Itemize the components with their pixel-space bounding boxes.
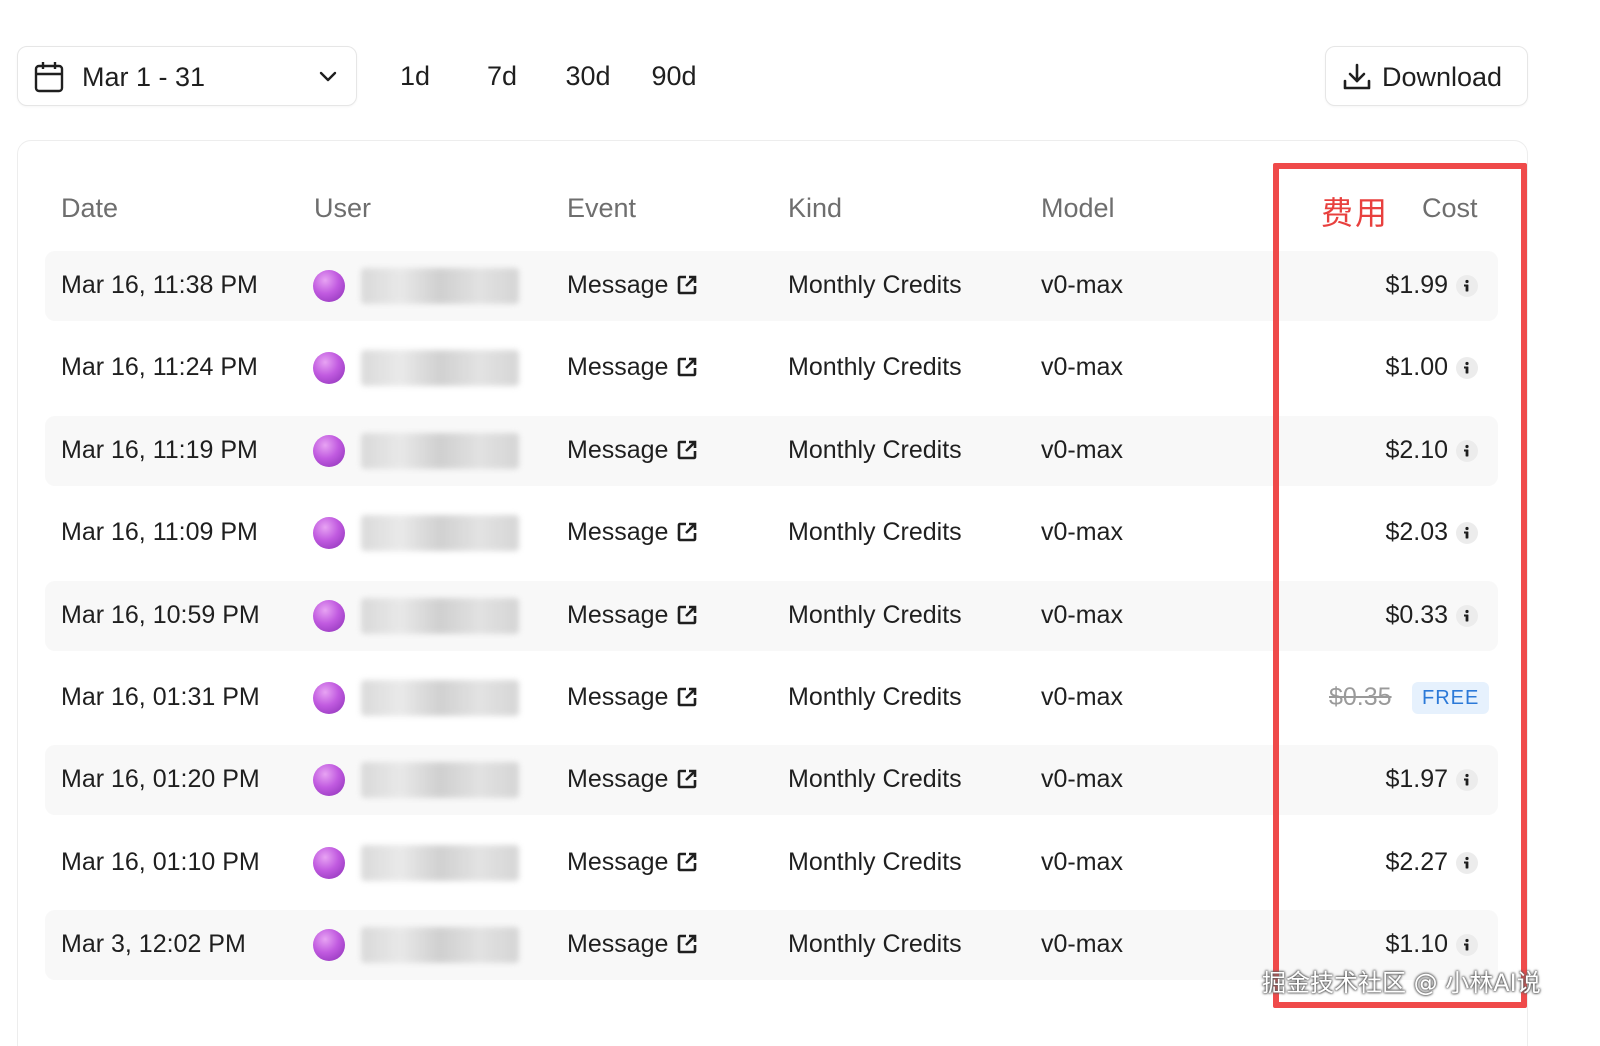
event-label: Message xyxy=(567,683,669,711)
range-90d-button[interactable]: 90d xyxy=(646,54,702,98)
event-label: Message xyxy=(567,930,669,958)
range-7d-button[interactable]: 7d xyxy=(484,54,520,98)
event-link[interactable]: Message xyxy=(567,351,698,383)
user-avatar xyxy=(313,600,345,632)
download-label: Download xyxy=(1382,62,1503,92)
cell-kind: Monthly Credits xyxy=(788,848,962,876)
user-avatar xyxy=(313,847,345,879)
external-link-icon xyxy=(678,605,697,625)
event-link[interactable]: Message xyxy=(567,516,698,548)
external-link-icon xyxy=(678,275,697,295)
cell-kind: Monthly Credits xyxy=(788,930,962,958)
external-link-icon xyxy=(678,852,697,872)
external-link-icon xyxy=(678,934,697,954)
event-link[interactable]: Message xyxy=(567,681,698,713)
user-name-redacted xyxy=(361,350,519,386)
cell-model: v0-max xyxy=(1041,601,1123,629)
external-link-icon xyxy=(678,357,697,377)
cell-model: v0-max xyxy=(1041,930,1123,958)
user-name-redacted xyxy=(361,845,519,881)
range-1d-button[interactable]: 1d xyxy=(400,54,430,98)
event-label: Message xyxy=(567,848,669,876)
cell-kind: Monthly Credits xyxy=(788,518,962,546)
cell-kind: Monthly Credits xyxy=(788,601,962,629)
cell-date: Mar 16, 11:24 PM xyxy=(61,353,258,381)
cell-date: Mar 16, 10:59 PM xyxy=(61,601,260,629)
cell-kind: Monthly Credits xyxy=(788,765,962,793)
cell-model: v0-max xyxy=(1041,353,1123,381)
external-link-icon xyxy=(678,687,697,707)
external-link-icon xyxy=(678,522,697,542)
user-name-redacted xyxy=(361,433,519,469)
cell-model: v0-max xyxy=(1041,271,1123,299)
user-name-redacted xyxy=(361,680,519,716)
external-link-icon xyxy=(678,440,697,460)
column-header-user[interactable]: User xyxy=(314,190,371,226)
user-avatar xyxy=(313,764,345,796)
cell-date: Mar 16, 01:10 PM xyxy=(61,848,260,876)
column-header-event[interactable]: Event xyxy=(567,190,636,226)
cell-kind: Monthly Credits xyxy=(788,271,962,299)
cell-model: v0-max xyxy=(1041,436,1123,464)
user-name-redacted xyxy=(361,762,519,798)
usage-page: Mar 1 - 31 1d 7d 30d 90d Download Date U… xyxy=(0,0,1600,1046)
watermark: 掘金技术社区 @ 小林AI说 xyxy=(1262,969,1541,997)
user-avatar xyxy=(313,270,345,302)
cost-highlight-box xyxy=(1273,163,1527,1008)
calendar-icon xyxy=(34,62,64,93)
user-name-redacted xyxy=(361,927,519,963)
cell-date: Mar 16, 11:38 PM xyxy=(61,271,258,299)
event-link[interactable]: Message xyxy=(567,928,698,960)
event-link[interactable]: Message xyxy=(567,846,698,878)
chevron-down-icon xyxy=(319,71,337,82)
column-header-model[interactable]: Model xyxy=(1041,190,1115,226)
cell-date: Mar 16, 01:31 PM xyxy=(61,683,260,711)
column-header-date[interactable]: Date xyxy=(61,190,118,226)
cell-model: v0-max xyxy=(1041,683,1123,711)
download-icon xyxy=(1343,63,1371,90)
event-label: Message xyxy=(567,436,669,464)
cell-model: v0-max xyxy=(1041,518,1123,546)
cell-kind: Monthly Credits xyxy=(788,353,962,381)
event-label: Message xyxy=(567,601,669,629)
event-label: Message xyxy=(567,353,669,381)
cell-model: v0-max xyxy=(1041,765,1123,793)
cell-model: v0-max xyxy=(1041,848,1123,876)
annotation-label: 费用 xyxy=(1321,194,1390,232)
user-avatar xyxy=(313,517,345,549)
cell-date: Mar 3, 12:02 PM xyxy=(61,930,246,958)
user-name-redacted xyxy=(361,598,519,634)
cell-kind: Monthly Credits xyxy=(788,683,962,711)
cell-date: Mar 16, 01:20 PM xyxy=(61,765,260,793)
user-name-redacted xyxy=(361,268,519,304)
event-label: Message xyxy=(567,518,669,546)
date-range-label: Mar 1 - 31 xyxy=(82,62,206,92)
date-range-picker[interactable]: Mar 1 - 31 xyxy=(17,46,357,106)
range-30d-button[interactable]: 30d xyxy=(560,54,616,98)
cell-date: Mar 16, 11:19 PM xyxy=(61,436,258,464)
event-label: Message xyxy=(567,271,669,299)
event-link[interactable]: Message xyxy=(567,599,698,631)
download-button[interactable]: Download xyxy=(1325,46,1528,106)
column-header-kind[interactable]: Kind xyxy=(788,190,842,226)
user-name-redacted xyxy=(361,515,519,551)
cell-date: Mar 16, 11:09 PM xyxy=(61,518,258,546)
user-avatar xyxy=(313,435,345,467)
event-link[interactable]: Message xyxy=(567,434,698,466)
event-label: Message xyxy=(567,765,669,793)
cell-kind: Monthly Credits xyxy=(788,436,962,464)
event-link[interactable]: Message xyxy=(567,763,698,795)
event-link[interactable]: Message xyxy=(567,269,698,301)
user-avatar xyxy=(313,682,345,714)
user-avatar xyxy=(313,352,345,384)
user-avatar xyxy=(313,929,345,961)
external-link-icon xyxy=(678,769,697,789)
